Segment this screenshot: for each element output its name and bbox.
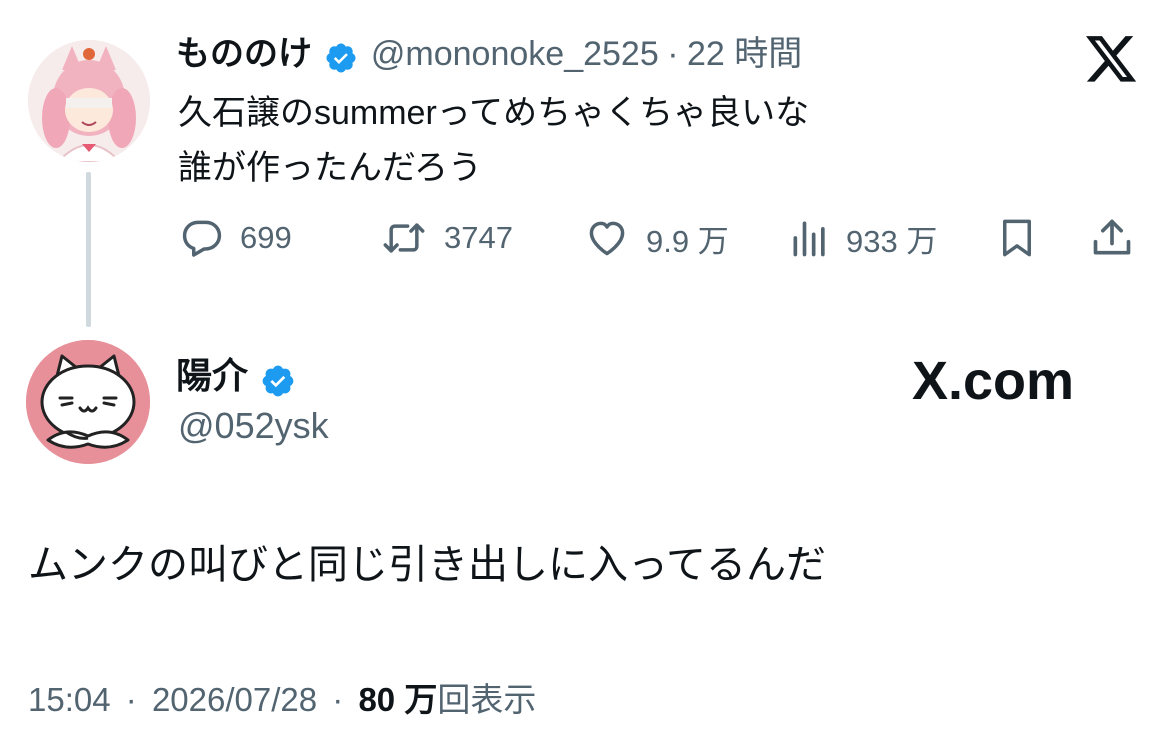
x-logo-icon[interactable]	[1086, 36, 1138, 88]
reply-tweet-text: ムンクの叫びと同じ引き出しに入ってるんだ	[28, 543, 826, 587]
repost-icon	[383, 223, 425, 253]
views-action[interactable]: 933 万	[788, 214, 937, 262]
handle[interactable]: @052ysk	[178, 406, 329, 446]
share-action[interactable]	[1090, 214, 1134, 262]
view-count: 933 万	[846, 223, 938, 259]
display-name[interactable]: もののけ	[176, 35, 312, 73]
separator-dot: ·	[332, 681, 344, 718]
original-tweet-body: 久石譲のsummerってめちゃくちゃ良いな 誰が作ったんだろう	[178, 86, 809, 196]
avatar-mononoke[interactable]	[28, 40, 150, 162]
separator-dot: ·	[667, 35, 679, 73]
post-time[interactable]: 15:04	[28, 681, 111, 718]
heart-icon	[589, 221, 625, 256]
tweet-text-line: 久石譲のsummerってめちゃくちゃ良いな	[178, 94, 810, 132]
white-cat-avatar-icon	[26, 340, 150, 464]
handle[interactable]: @mononoke_2525	[371, 35, 659, 73]
thread-connector-line	[86, 172, 91, 327]
reply-icon	[182, 220, 222, 257]
post-date[interactable]: 2026/07/28	[152, 681, 317, 718]
share-icon	[1093, 219, 1131, 255]
repost-action[interactable]: 3747	[378, 214, 513, 262]
anime-girl-avatar-icon	[28, 40, 150, 162]
verified-badge-icon	[324, 41, 358, 80]
reply-tweet-header: 陽介	[176, 356, 296, 404]
like-action[interactable]: 9.9 万	[582, 214, 729, 262]
reply-count: 699	[240, 220, 292, 255]
bookmark-icon	[1003, 219, 1031, 257]
view-label: 回表示	[437, 681, 537, 718]
like-count: 9.9 万	[646, 223, 729, 259]
tweet-text-line: 誰が作ったんだろう	[178, 149, 482, 187]
x-com-watermark: X.com	[912, 351, 1075, 411]
display-name[interactable]: 陽介	[176, 355, 248, 396]
verified-badge-icon	[260, 363, 296, 404]
view-count: 80 万	[358, 681, 438, 718]
timestamp[interactable]: 22 時間	[687, 35, 802, 73]
separator-dot: ·	[125, 681, 137, 718]
avatar-052ysk[interactable]	[26, 340, 150, 464]
bookmark-action[interactable]	[996, 214, 1038, 262]
tweet-footer-meta: 15:04 · 2026/07/28 · 80 万回表示	[28, 680, 536, 720]
original-tweet-header: もののけ @mononoke_2525 · 22 時間	[176, 34, 802, 80]
reply-action[interactable]: 699	[178, 214, 292, 262]
analytics-icon	[793, 221, 825, 257]
repost-count: 3747	[444, 220, 513, 255]
